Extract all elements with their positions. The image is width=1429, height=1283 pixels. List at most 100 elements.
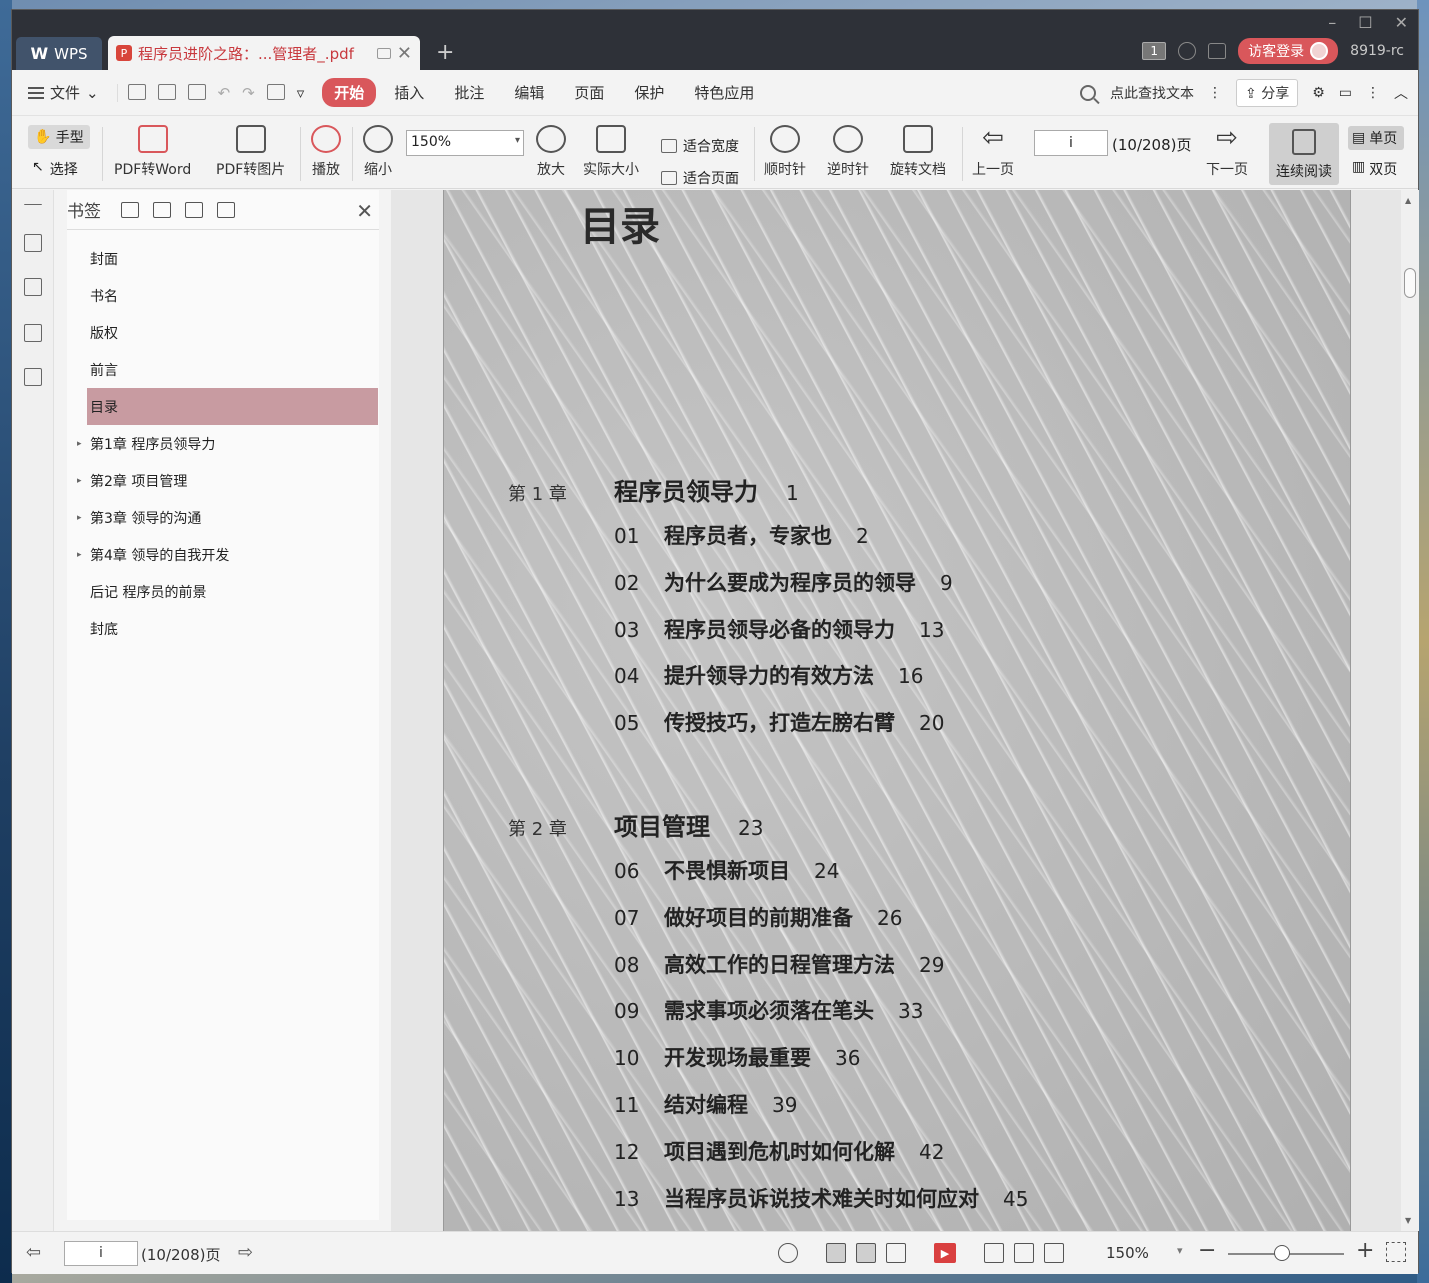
toc-entry[interactable]: 02 为什么要成为程序员的领导 9 — [614, 567, 953, 597]
export-icon[interactable] — [266, 83, 285, 100]
menu-insert[interactable]: 插入 — [382, 78, 436, 107]
skin-icon[interactable] — [1178, 42, 1197, 60]
bookmark-item[interactable]: ▸ 第2章 项目管理 — [67, 462, 379, 499]
toc-entry[interactable]: 12 项目遇到危机时如何化解 42 — [614, 1136, 944, 1166]
scroll-down-icon[interactable]: ▼ — [1405, 1216, 1411, 1225]
rotate-clockwise-button[interactable]: 顺时针 — [764, 125, 806, 179]
bookmark-options-icon[interactable] — [217, 201, 235, 218]
play-slideshow-icon[interactable]: ▶ — [934, 1243, 956, 1263]
collapse-all-icon[interactable] — [153, 201, 171, 218]
single-page-button[interactable]: ▤ 单页 — [1348, 126, 1404, 150]
guest-login-button[interactable]: 访客登录 — [1238, 38, 1339, 64]
expand-caret-icon[interactable]: ▸ — [77, 513, 82, 523]
status-zoom-value[interactable]: 150% — [1106, 1244, 1149, 1262]
collapse-ribbon-icon[interactable]: ︿ — [1394, 83, 1408, 103]
document-tab[interactable]: P 程序员进阶之路：...管理者_.pdf ✕ — [108, 36, 420, 70]
toc-entry[interactable]: 06 不畏惧新项目 24 — [614, 855, 839, 885]
toc-chapter[interactable]: 第 2 章 项目管理 23 — [508, 807, 763, 842]
signature-icon[interactable] — [24, 368, 42, 386]
expand-all-icon[interactable] — [121, 201, 139, 218]
single-page-view-icon[interactable] — [856, 1243, 876, 1263]
status-page-input[interactable]: i — [64, 1241, 138, 1266]
search-icon[interactable] — [1080, 85, 1097, 101]
pdf-to-word-button[interactable]: PDF转Word — [114, 125, 191, 179]
file-menu[interactable]: 文件 ⌄ — [28, 82, 99, 103]
zoom-level-select[interactable]: 150% — [406, 130, 524, 156]
annotation-icon[interactable] — [24, 324, 42, 342]
fit-width-icon[interactable] — [1044, 1243, 1064, 1263]
find-text-field[interactable]: 点此查找文本 — [1110, 83, 1194, 103]
zoom-in-icon[interactable]: + — [1356, 1238, 1374, 1263]
menu-protect[interactable]: 保护 — [622, 78, 676, 107]
actual-size-icon[interactable] — [984, 1243, 1004, 1263]
minimize-icon[interactable]: – — [1328, 13, 1336, 32]
scrollbar-thumb[interactable] — [1404, 268, 1416, 298]
more-options-icon[interactable]: ⋮ — [1366, 85, 1380, 101]
add-tab-icon[interactable]: + — [436, 40, 454, 65]
monitor-icon[interactable] — [376, 47, 391, 59]
play-button[interactable]: 播放 — [311, 125, 341, 179]
toc-entry[interactable]: 09 需求事项必须落在笔头 33 — [614, 995, 923, 1025]
toc-entry[interactable]: 01 程序员者，专家也 2 — [614, 520, 869, 550]
eye-protection-icon[interactable] — [778, 1243, 798, 1263]
shirt-icon[interactable] — [1208, 43, 1227, 59]
bookmark-item[interactable]: 前言 — [67, 351, 379, 388]
document-viewport[interactable]: 目录 第 1 章程序员领导力 1 01 程序员者，专家也 2 02 为什么要成为程序员的领导… — [391, 190, 1401, 1231]
toc-entry[interactable]: 11 结对编程 39 — [614, 1089, 797, 1119]
share-button[interactable]: ⇪ 分享 — [1236, 79, 1299, 107]
save-icon[interactable] — [157, 83, 176, 100]
bookmark-item[interactable]: ▸ 第3章 领导的沟通 — [67, 499, 379, 536]
vertical-scrollbar[interactable]: ▲ ▼ — [1401, 190, 1419, 1231]
menu-edit[interactable]: 编辑 — [502, 78, 556, 107]
expand-caret-icon[interactable]: ▸ — [77, 476, 82, 486]
bookmark-panel-icon[interactable] — [24, 234, 42, 252]
toc-entry[interactable]: 05 传授技巧，打造左膀右臂 20 — [614, 707, 944, 737]
menu-page[interactable]: 页面 — [562, 78, 616, 107]
bookmark-item[interactable]: 目录 — [87, 388, 378, 425]
bookmark-item[interactable]: 版权 — [67, 314, 379, 351]
continuous-view-icon[interactable] — [826, 1243, 846, 1263]
zoom-out-button[interactable]: 缩小 — [363, 125, 393, 179]
next-page-button[interactable]: ⇨ 下一页 — [1206, 125, 1248, 179]
fullscreen-icon[interactable] — [1386, 1242, 1406, 1262]
previous-page-button[interactable]: ⇦ 上一页 — [972, 125, 1014, 179]
bookmark-item[interactable]: 后记 程序员的前景 — [67, 573, 379, 610]
fit-page-button[interactable]: 适合页面 — [661, 168, 739, 188]
zoom-in-button[interactable]: 放大 — [536, 125, 566, 179]
continuous-reading-button[interactable]: 连续阅读 — [1269, 123, 1339, 185]
bookmark-item[interactable]: 书名 — [67, 277, 379, 314]
bookmark-item[interactable]: 封底 — [67, 610, 379, 647]
maximize-icon[interactable]: ☐ — [1358, 13, 1372, 32]
next-page-icon[interactable]: ⇨ — [238, 1242, 253, 1263]
toc-entry[interactable]: 13 当程序员诉说技术难关时如何应对 45 — [614, 1183, 1028, 1213]
toc-entry[interactable]: 08 高效工作的日程管理方法 29 — [614, 949, 944, 979]
toc-entry[interactable]: 10 开发现场最重要 36 — [614, 1042, 860, 1072]
thumbnail-icon[interactable] — [24, 278, 42, 296]
bookmark-item[interactable]: ▸ 第4章 领导的自我开发 — [67, 536, 379, 573]
wps-home-tab[interactable]: W WPS — [16, 37, 102, 70]
expand-caret-icon[interactable]: ▸ — [77, 439, 82, 449]
window-count-badge[interactable]: 1 — [1142, 42, 1167, 60]
menu-start[interactable]: 开始 — [322, 78, 377, 107]
fit-width-button[interactable]: 适合宽度 — [661, 136, 739, 156]
more-vertical-icon[interactable]: ⋮ — [1208, 85, 1222, 101]
toc-entry[interactable]: 03 程序员领导必备的领导力 13 — [614, 614, 944, 644]
scroll-up-icon[interactable]: ▲ — [1405, 196, 1411, 205]
undo-icon[interactable]: ↶ — [218, 84, 231, 102]
double-page-view-icon[interactable] — [886, 1243, 906, 1263]
redo-icon[interactable]: ↷ — [242, 84, 255, 102]
zoom-dropdown-icon[interactable]: ▾ — [1177, 1244, 1183, 1257]
hand-tool-button[interactable]: ✋ 手型 — [28, 125, 90, 149]
gear-icon[interactable]: ⚙ — [1312, 85, 1325, 101]
previous-page-icon[interactable]: ⇦ — [26, 1242, 41, 1263]
open-folder-icon[interactable] — [127, 83, 146, 100]
comment-icon[interactable]: ▭ — [1339, 85, 1352, 101]
double-page-button[interactable]: ▥ 双页 — [1352, 159, 1397, 179]
add-bookmark-icon[interactable] — [185, 201, 203, 218]
fit-page-icon[interactable] — [1014, 1243, 1034, 1263]
close-window-icon[interactable]: ✕ — [1395, 13, 1408, 32]
actual-size-button[interactable]: 实际大小 — [583, 125, 639, 179]
select-tool-button[interactable]: ↖ 选择 — [32, 159, 78, 179]
more-dropdown-icon[interactable]: ▿ — [297, 84, 305, 102]
rotate-document-button[interactable]: 旋转文档 — [890, 125, 946, 179]
